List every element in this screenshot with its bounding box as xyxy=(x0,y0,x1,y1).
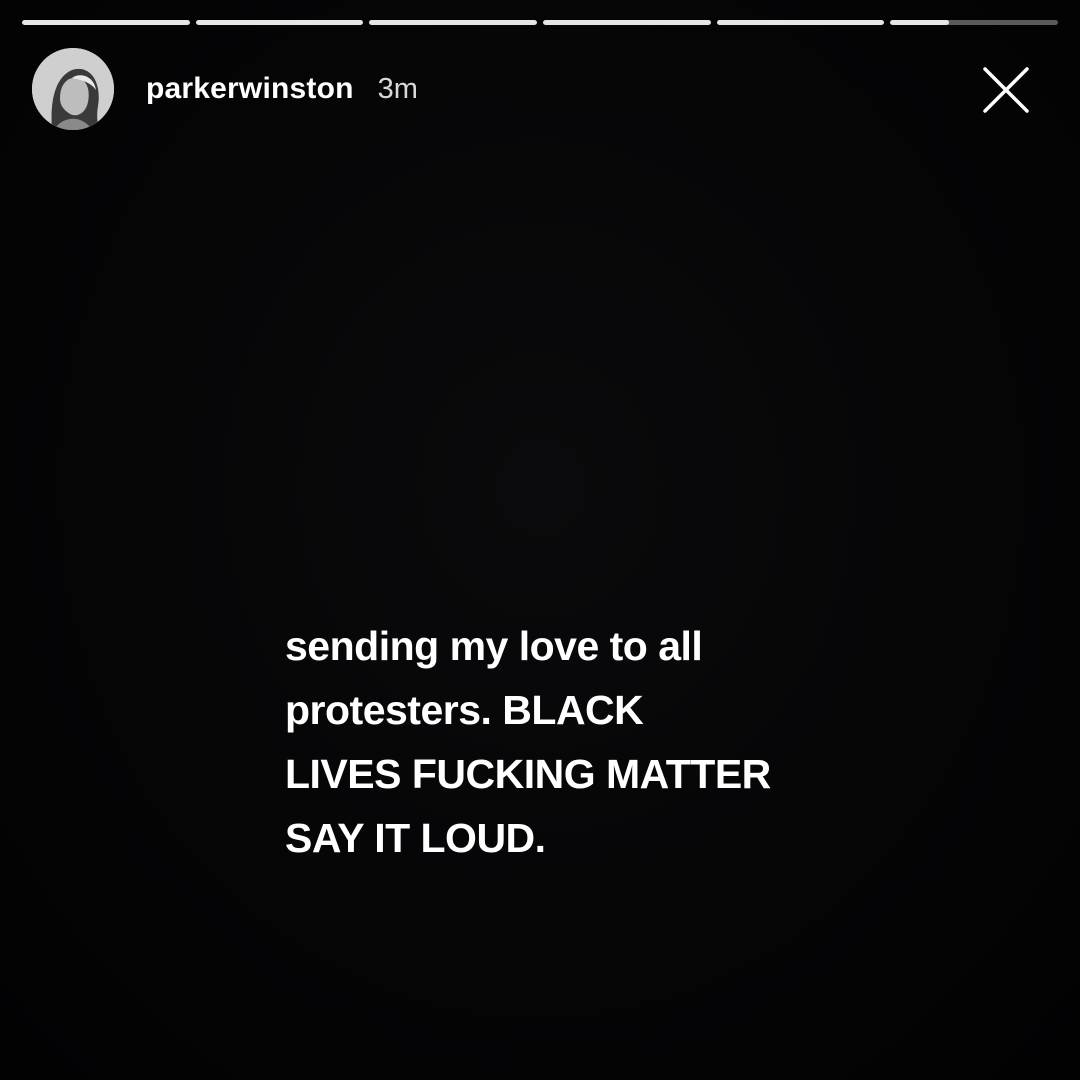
progress-segment xyxy=(22,20,190,25)
story-progress-bar xyxy=(22,20,1059,25)
timestamp: 3m xyxy=(377,72,418,105)
story-text-line: sending my love to all xyxy=(285,623,703,669)
story-text-line: SAY IT LOUD. xyxy=(285,815,546,861)
progress-segment xyxy=(195,20,364,25)
progress-segment xyxy=(543,20,711,25)
story-text-line: protesters. BLACK xyxy=(285,687,644,733)
username[interactable]: parkerwinston xyxy=(146,72,354,106)
avatar[interactable] xyxy=(32,48,114,130)
progress-segment xyxy=(716,20,885,25)
story-header: parkerwinston 3m xyxy=(32,46,1056,132)
close-button[interactable] xyxy=(980,64,1032,116)
progress-segment xyxy=(369,20,538,25)
progress-segment-current xyxy=(890,20,1059,25)
close-x-icon xyxy=(983,67,1029,113)
avatar-photo-icon xyxy=(32,48,114,130)
story-text-line: LIVES FUCKING MATTER xyxy=(285,751,771,797)
story-viewer[interactable]: parkerwinston 3m sending my love to all … xyxy=(0,0,1080,1080)
story-text: sending my love to all protesters. BLACK… xyxy=(285,614,925,870)
